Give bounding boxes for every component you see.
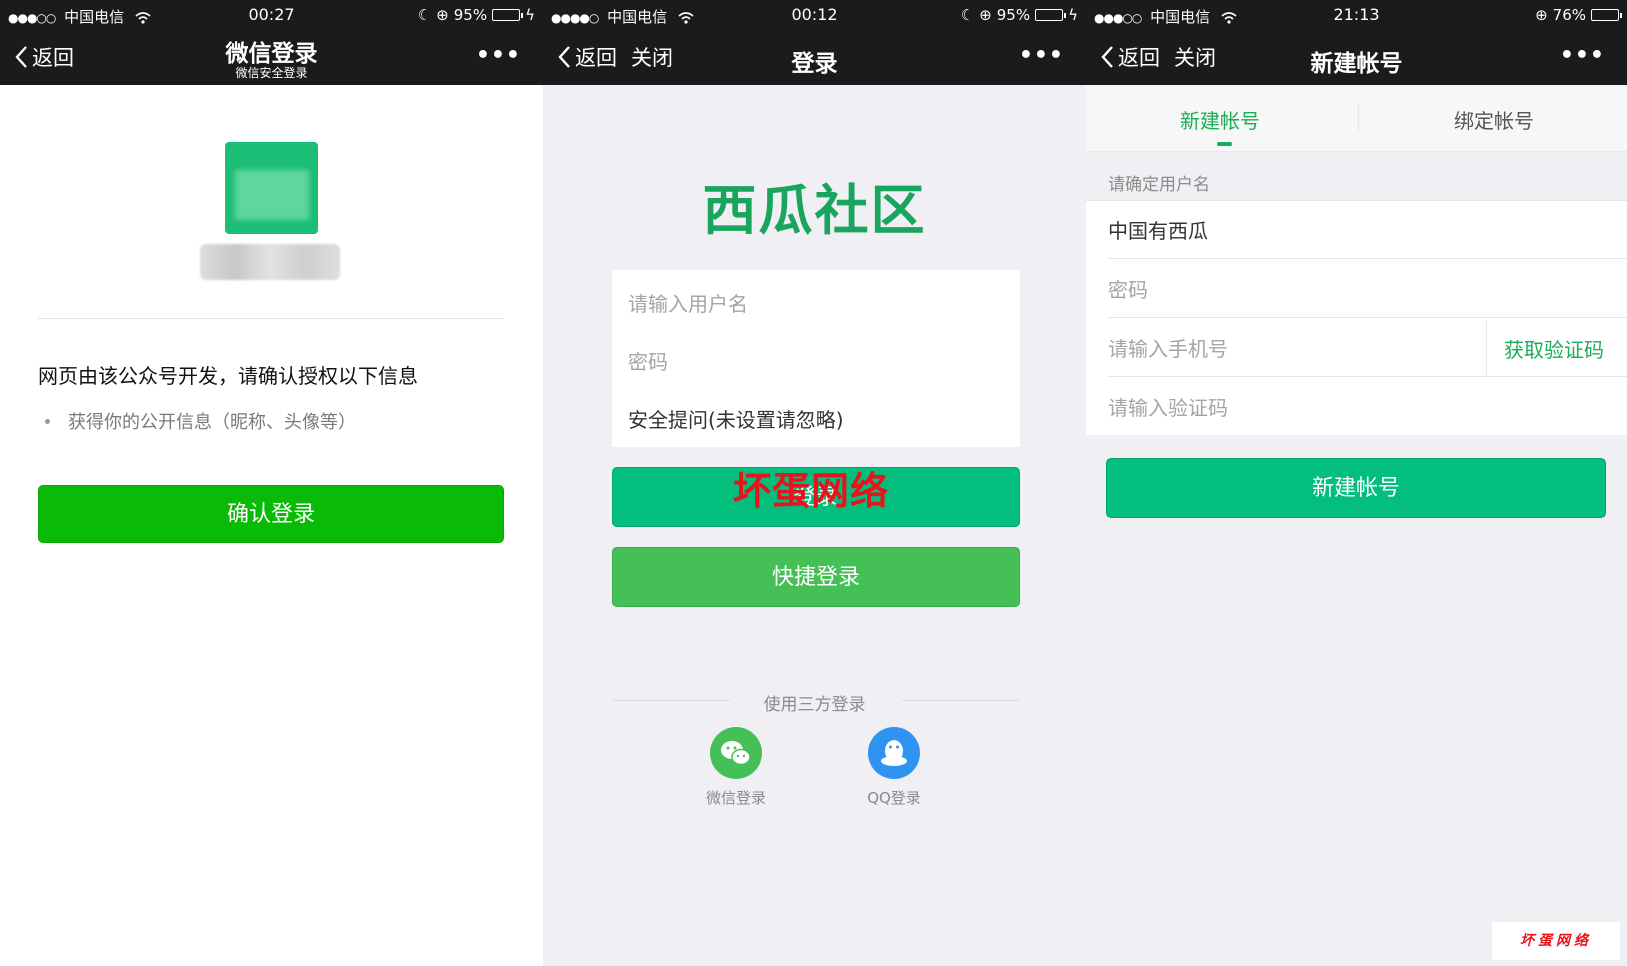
- navigation-bar: 返回 关闭 登录 •••: [543, 30, 1086, 85]
- blurred-avatar-image: [235, 170, 309, 220]
- wechat-login-screen: ●●●○○ 中国电信 00:27 ☾ ⊕ 95% ϟ 返回 微信登录 微信安全登…: [0, 0, 543, 966]
- battery-icon: [1591, 9, 1622, 21]
- moon-icon: ☾: [960, 6, 975, 24]
- security-question-select[interactable]: 安全提问(未设置请忽略): [628, 404, 844, 433]
- battery-icon: [1035, 9, 1067, 21]
- site-logo: 西瓜社区: [702, 179, 927, 242]
- wechat-icon: [710, 727, 762, 779]
- divider: [1486, 319, 1487, 377]
- status-bar: ●●●●○ 中国电信 00:12 ☾ ⊕ 95% ϟ: [543, 0, 1086, 30]
- page-subtitle: 微信安全登录: [235, 66, 308, 80]
- quick-login-button[interactable]: 快捷登录: [612, 547, 1020, 607]
- permission-item: 获得你的公开信息（昵称、头像等）: [45, 408, 356, 434]
- qq-login-button[interactable]: QQ登录: [849, 727, 939, 808]
- divider: [1108, 317, 1627, 318]
- confirm-login-button[interactable]: 确认登录: [38, 485, 504, 543]
- create-account-form: 中国有西瓜 密码 请输入手机号 获取验证码 请输入验证码: [1086, 200, 1627, 435]
- password-input[interactable]: 密码: [628, 346, 668, 375]
- more-icon[interactable]: •••: [1560, 43, 1605, 68]
- divider: [1108, 258, 1627, 259]
- more-icon[interactable]: •••: [1019, 43, 1064, 68]
- battery-percent: 76%: [1552, 6, 1586, 24]
- navigation-bar: 返回 关闭 新建帐号 •••: [1086, 30, 1627, 85]
- page-title: 微信登录: [225, 41, 318, 67]
- login-form: 请输入用户名 密码 安全提问(未设置请忽略): [612, 270, 1020, 447]
- divider: [1108, 376, 1627, 377]
- authorization-notice: 网页由该公众号开发，请确认授权以下信息: [38, 364, 418, 388]
- verification-code-input[interactable]: 请输入验证码: [1108, 392, 1228, 421]
- navigation-bar: 返回 微信登录 微信安全登录 •••: [0, 30, 543, 85]
- username-field[interactable]: 中国有西瓜: [1108, 215, 1208, 244]
- create-account-button[interactable]: 新建帐号: [1106, 458, 1606, 518]
- site-login-screen: ●●●●○ 中国电信 00:12 ☾ ⊕ 95% ϟ 返回 关闭 登录 ••• …: [543, 0, 1086, 966]
- qq-login-label: QQ登录: [867, 789, 921, 807]
- password-input[interactable]: 密码: [1108, 274, 1148, 303]
- get-verification-code-button[interactable]: 获取验证码: [1504, 334, 1604, 363]
- more-icon[interactable]: •••: [476, 43, 521, 68]
- moon-icon: ☾: [417, 6, 432, 24]
- blurred-account-name: [200, 244, 340, 280]
- tab-divider: [1358, 103, 1359, 133]
- active-tab-indicator: [1217, 142, 1232, 146]
- tab-bind-account[interactable]: 绑定帐号: [1454, 105, 1534, 134]
- battery-percent: 95%: [996, 6, 1031, 24]
- account-tabs: 新建帐号 绑定帐号: [1086, 85, 1627, 152]
- rotation-lock-icon: ⊕: [979, 6, 992, 24]
- username-input[interactable]: 请输入用户名: [628, 288, 748, 317]
- section-label: 请确定用户名: [1108, 175, 1210, 195]
- charging-icon: ϟ: [525, 6, 535, 24]
- watermark-logo: 坏蛋网络: [1492, 922, 1620, 960]
- divider: [1086, 200, 1627, 201]
- tab-create-account[interactable]: 新建帐号: [1180, 105, 1260, 134]
- qq-penguin-icon: [868, 727, 920, 779]
- create-account-screen: ●●●○○ 中国电信 21:13 ⊕ 76% 返回 关闭 新建帐号 ••• 新建…: [1086, 0, 1627, 966]
- third-party-label: 使用三方登录: [763, 695, 866, 715]
- charging-icon: ϟ: [1068, 6, 1078, 24]
- wechat-login-button[interactable]: 微信登录: [691, 727, 781, 808]
- page-title: 登录: [791, 51, 838, 77]
- phone-input[interactable]: 请输入手机号: [1108, 333, 1228, 362]
- battery-icon: [492, 9, 524, 21]
- permission-label: 获得你的公开信息（昵称、头像等）: [68, 412, 356, 433]
- status-bar: ●●●○○ 中国电信 00:27 ☾ ⊕ 95% ϟ: [0, 0, 543, 30]
- battery-percent: 95%: [453, 6, 488, 24]
- rotation-lock-icon: ⊕: [1535, 6, 1548, 24]
- wechat-login-label: 微信登录: [705, 789, 766, 807]
- watermark-text: 坏蛋网络: [733, 469, 890, 513]
- account-avatar: [225, 142, 318, 234]
- page-title: 新建帐号: [1310, 51, 1403, 77]
- bullet-icon: [45, 419, 50, 424]
- rotation-lock-icon: ⊕: [436, 6, 449, 24]
- divider: [38, 318, 504, 319]
- status-bar: ●●●○○ 中国电信 21:13 ⊕ 76%: [1086, 0, 1627, 30]
